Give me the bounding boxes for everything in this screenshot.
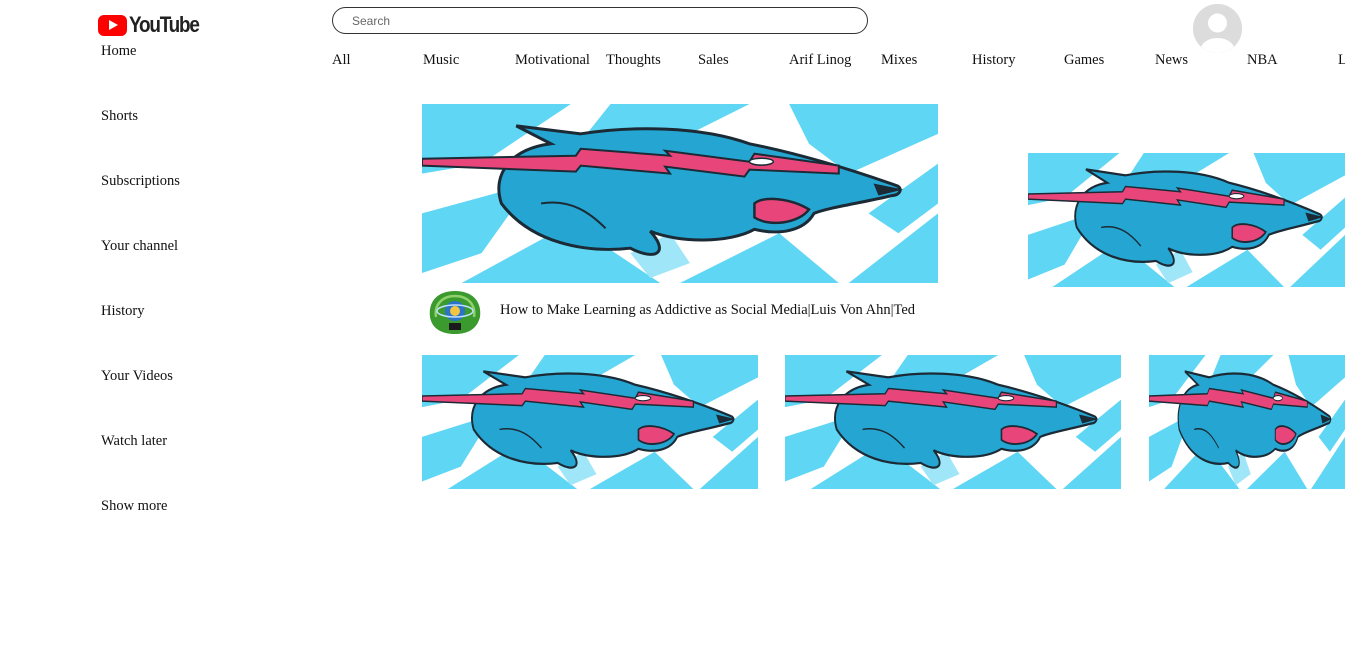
video-thumbnail[interactable] (1149, 355, 1345, 489)
video-thumbnail[interactable] (422, 355, 758, 489)
youtube-play-icon (98, 14, 127, 36)
sidebar-item-watch-later[interactable]: Watch later (101, 433, 167, 450)
sidebar-item-your-channel[interactable]: Your channel (101, 238, 178, 255)
chip-all[interactable]: All (332, 52, 351, 69)
sidebar-item-shorts[interactable]: Shorts (101, 108, 138, 125)
chip-news[interactable]: News (1155, 52, 1188, 69)
chip-music[interactable]: Music (423, 52, 459, 69)
user-silhouette-icon (1193, 4, 1242, 53)
search-bar (332, 7, 868, 34)
chip-history[interactable]: History (972, 52, 1016, 69)
channel-avatar[interactable] (422, 287, 489, 336)
user-avatar[interactable] (1193, 4, 1242, 53)
sidebar-item-show-more[interactable]: Show more (101, 498, 167, 515)
chip-thoughts[interactable]: Thoughts (606, 52, 661, 69)
video-title[interactable]: How to Make Learning as Addictive as Soc… (500, 302, 915, 319)
video-thumbnail[interactable] (785, 355, 1121, 489)
channel-emblem-icon (422, 287, 489, 336)
chip-arif-linog[interactable]: Arif Linog (789, 52, 851, 69)
chip-nba[interactable]: NBA (1247, 52, 1278, 69)
chip-l[interactable]: L (1338, 52, 1345, 69)
youtube-logo[interactable]: YouTube (98, 12, 210, 38)
search-input[interactable] (352, 13, 867, 28)
video-thumbnail-side[interactable] (1028, 153, 1345, 287)
logo-text: YouTube (129, 12, 200, 37)
chip-games[interactable]: Games (1064, 52, 1104, 69)
video-thumbnail-featured[interactable] (422, 104, 938, 283)
sidebar-item-your-videos[interactable]: Your Videos (101, 368, 173, 385)
chip-mixes[interactable]: Mixes (881, 52, 917, 69)
sidebar-item-subscriptions[interactable]: Subscriptions (101, 173, 180, 190)
chip-motivational[interactable]: Motivational (515, 52, 590, 69)
sidebar-item-home[interactable]: Home (101, 43, 136, 60)
chip-sales[interactable]: Sales (698, 52, 729, 69)
sidebar-item-history[interactable]: History (101, 303, 145, 320)
